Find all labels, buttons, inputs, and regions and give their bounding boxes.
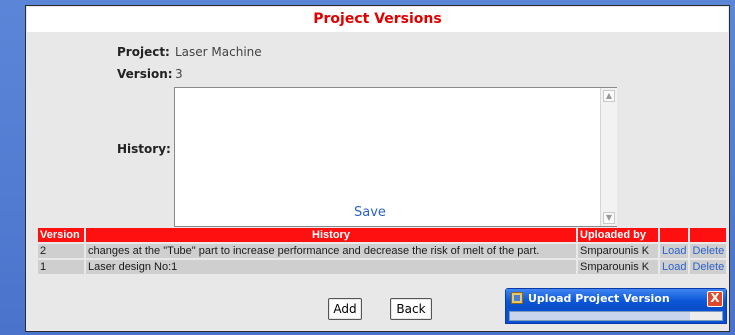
project-versions-window: Project Versions Project: Laser Machine … [25,5,730,332]
scroll-down-icon[interactable]: ▼ [603,212,615,224]
java-app-icon [511,292,523,304]
upload-progress-fill [510,312,691,320]
dialog-title-bar[interactable]: Upload Project Version X [506,289,726,309]
header-delete [690,228,727,242]
upload-project-version-dialog[interactable]: Upload Project Version X [505,288,727,324]
save-link[interactable]: Save [354,205,386,220]
table-header-row: Version History Uploaded by [38,228,727,242]
load-link[interactable]: Load [660,260,689,274]
row-version: 1 [38,260,84,274]
table-row: 1 Laser design No:1 Smparounis K Load De… [38,260,727,274]
project-label: Project: [117,45,170,59]
row-history: Laser design No:1 [86,260,576,274]
row-uploaded-by: Smparounis K [578,260,658,274]
add-button[interactable]: Add [328,298,362,320]
version-value: 3 [175,67,183,81]
page-title: Project Versions [27,7,728,32]
delete-link[interactable]: Delete [690,260,727,274]
header-history: History [86,228,576,242]
row-version: 2 [38,244,84,258]
dialog-title: Upload Project Version [528,292,670,305]
versions-table: Version History Uploaded by 2 changes at… [36,226,728,276]
history-scrollbar[interactable]: ▲ ▼ [600,88,617,226]
row-history: changes at the "Tube" part to increase p… [86,244,576,258]
history-textarea[interactable] [174,87,617,227]
history-label: History: [117,142,171,156]
scroll-up-icon[interactable]: ▲ [603,90,615,102]
row-uploaded-by: Smparounis K [578,244,658,258]
version-label: Version: [117,67,173,81]
version-form: Project: Laser Machine Version: 3 Histor… [26,32,729,227]
header-load [660,228,689,242]
table-row: 2 changes at the "Tube" part to increase… [38,244,727,258]
header-version: Version [38,228,84,242]
header-uploaded-by: Uploaded by [578,228,658,242]
project-value: Laser Machine [175,45,262,59]
back-button[interactable]: Back [390,298,432,320]
load-link[interactable]: Load [660,244,689,258]
delete-link[interactable]: Delete [690,244,727,258]
close-icon[interactable]: X [707,291,723,307]
upload-progress-bar [509,311,723,321]
